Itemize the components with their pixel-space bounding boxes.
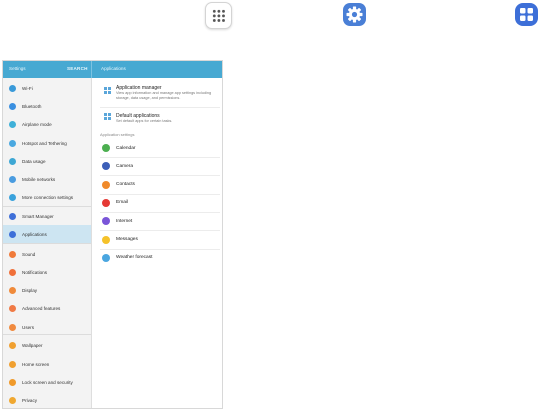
divider (3, 206, 91, 207)
bluetooth-icon (9, 102, 16, 110)
sidebar-item-label: Notifications (22, 269, 48, 275)
app-item-internet[interactable]: Internet (92, 212, 222, 230)
lock-screen-and-security-icon (9, 378, 16, 386)
display-icon (9, 286, 16, 294)
sidebar-item-lock-screen-and-security[interactable]: Lock screen and security (3, 373, 91, 391)
sidebar-item-display[interactable]: Display (3, 281, 91, 299)
sidebar-item-label: Applications (22, 231, 47, 237)
settings-title: Settings (9, 66, 26, 71)
advanced-features-icon (9, 304, 16, 312)
applications-grid-icon (515, 3, 538, 26)
sidebar-item-label: Wallpaper (22, 342, 43, 348)
sidebar-item-sound[interactable]: Sound (3, 245, 91, 263)
applications-panel: Application manager View app information… (92, 78, 222, 408)
sidebar-item-hotspot-and-tethering[interactable]: Hotspot and Tethering (3, 134, 91, 152)
sidebar-item-label: Display (22, 287, 38, 293)
sidebar-item-label: Bluetooth (22, 103, 42, 109)
sidebar-item-label: Privacy (22, 397, 38, 403)
app-item-label: Email (116, 200, 128, 206)
app-item-email[interactable]: Email (92, 194, 222, 212)
settings-gear-icon (343, 3, 366, 26)
top-bar: Settings SEARCH Applications (3, 61, 222, 78)
app-item-label: Weather forecast (116, 255, 153, 261)
mobile-networks-icon (9, 175, 16, 183)
app-item-label: Messages (116, 237, 138, 242)
sidebar-item-notifications[interactable]: Notifications (3, 263, 91, 281)
sidebar-item-wallpaper[interactable]: Wallpaper (3, 336, 91, 354)
privacy-icon (9, 396, 16, 404)
sidebar-item-label: Users (22, 324, 34, 330)
application-manager-subtitle: View app information and manage app sett… (116, 91, 212, 100)
app-item-camera[interactable]: Camera (92, 157, 222, 175)
users-icon (9, 323, 16, 331)
sidebar-item-bluetooth[interactable]: Bluetooth (3, 97, 91, 115)
sidebar-item-advanced-features[interactable]: Advanced features (3, 299, 91, 317)
app-item-label: Contacts (116, 182, 135, 188)
email-icon (102, 198, 110, 207)
hotspot-and-tethering-icon (9, 139, 16, 147)
notifications-icon (9, 268, 16, 276)
contacts-icon (102, 180, 110, 189)
calendar-icon (102, 144, 110, 152)
app-item-weather-forecast[interactable]: Weather forecast (92, 249, 222, 267)
messages-icon (102, 235, 110, 244)
sidebar-item-mobile-networks[interactable]: Mobile networks (3, 170, 91, 188)
settings-sidebar: Wi-Fi Bluetooth Airplane mode Hotspot and T… (3, 78, 92, 408)
application-manager-icon (104, 87, 111, 94)
app-item-calendar[interactable]: Calendar (92, 139, 222, 157)
airplane-mode-icon (9, 120, 16, 128)
sidebar-item-label: Airplane mode (22, 121, 52, 127)
weather-icon (102, 253, 110, 262)
wallpaper-icon (9, 341, 16, 349)
sidebar-item-label: Advanced features (22, 305, 61, 311)
sidebar-item-smart-manager[interactable]: Smart Manager (3, 207, 91, 225)
smart-manager-icon (9, 212, 16, 220)
home-screen-icon (9, 360, 16, 368)
app-item-messages[interactable]: Messages (92, 231, 222, 249)
app-item-label: Camera (116, 163, 134, 169)
sidebar-item-privacy[interactable]: Privacy (3, 391, 91, 408)
sidebar-item-airplane-mode[interactable]: Airplane mode (3, 115, 91, 133)
sidebar-item-label: More connection settings (22, 194, 74, 200)
camera-icon (102, 162, 110, 171)
sidebar-item-data-usage[interactable]: Data usage (3, 152, 91, 170)
sound-icon (9, 250, 16, 258)
sidebar-item-label: Home screen (22, 361, 50, 367)
default-applications-icon (104, 113, 111, 120)
sidebar-item-label: Wi-Fi (22, 85, 33, 91)
app-item-contacts[interactable]: Contacts (92, 176, 222, 194)
divider (91, 61, 92, 78)
sidebar-item-more-connection-settings[interactable]: More connection settings (3, 188, 91, 206)
internet-icon (102, 217, 110, 226)
panel-title: Applications (101, 66, 126, 71)
sidebar-item-label: Hotspot and Tethering (22, 140, 67, 146)
application-manager-item[interactable]: Application manager View app information… (92, 78, 222, 106)
sidebar-item-wi-fi[interactable]: Wi-Fi (3, 79, 91, 97)
sidebar-item-label: Sound (22, 251, 36, 257)
app-item-label: Calendar (116, 145, 136, 151)
sidebar-item-label: Smart Manager (22, 213, 54, 219)
divider (3, 243, 91, 244)
data-usage-icon (9, 157, 16, 165)
settings-screen: Settings SEARCH Applications Wi-Fi Blueto… (2, 60, 223, 409)
divider (3, 334, 91, 335)
default-applications-subtitle: Set default apps for certain tasks. (116, 119, 173, 123)
default-applications-item[interactable]: Default applications Set default apps fo… (92, 108, 222, 130)
sidebar-item-label: Data usage (22, 158, 46, 164)
more-connection-settings-icon (9, 193, 16, 201)
sidebar-item-label: Lock screen and security (22, 379, 73, 385)
sidebar-item-applications[interactable]: Applications (3, 225, 91, 243)
applications-icon (9, 230, 16, 238)
wi-fi-icon (9, 84, 16, 92)
sidebar-item-label: Mobile networks (22, 176, 56, 182)
app-item-label: Internet (116, 218, 133, 224)
application-settings-header: Application settings (100, 132, 135, 137)
apps-icon (205, 2, 232, 29)
search-button[interactable]: SEARCH (67, 66, 88, 71)
sidebar-item-home-screen[interactable]: Home screen (3, 355, 91, 373)
